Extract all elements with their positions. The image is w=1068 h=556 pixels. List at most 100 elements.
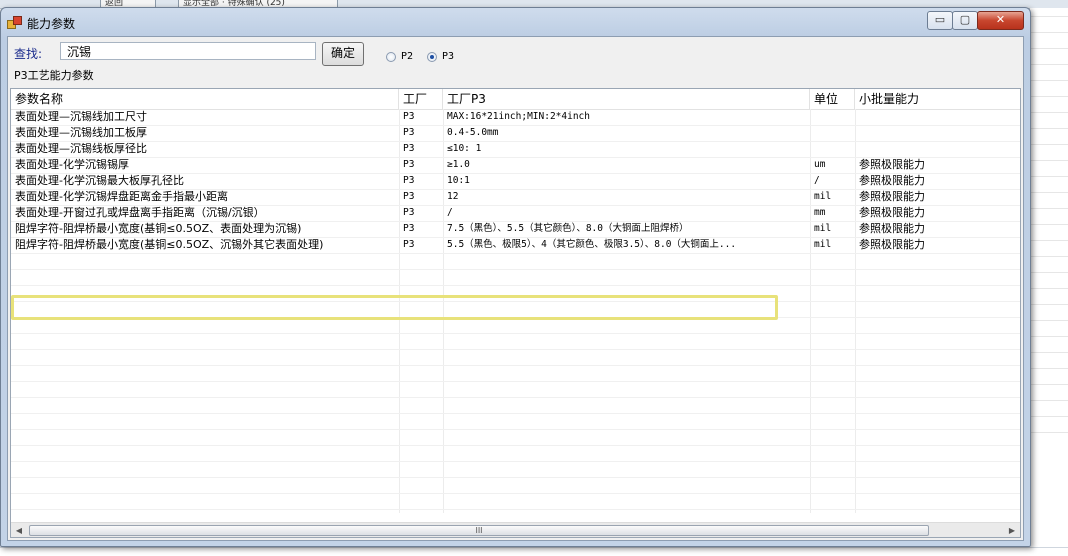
radio-p3-label: P3 <box>442 51 455 62</box>
empty-table-row[interactable] <box>11 381 1020 398</box>
cell-small-batch: 参照极限能力 <box>859 174 925 187</box>
cell-value: 0.4-5.0mm <box>447 127 499 138</box>
empty-table-row[interactable] <box>11 285 1020 302</box>
radio-p2-label: P2 <box>401 51 414 62</box>
cell-plant: P3 <box>403 127 415 138</box>
empty-table-row[interactable] <box>11 349 1020 366</box>
cell-unit: / <box>814 175 820 186</box>
app-icon <box>7 16 22 29</box>
search-input[interactable]: 沉锡 <box>60 42 316 60</box>
cell-value: 7.5（黑色）、5.5（其它颜色）、8.0（大铜面上阻焊桥） <box>447 223 689 234</box>
cell-value: ≥1.0 <box>447 159 470 170</box>
table-row[interactable]: 表面处理-化学沉锡焊盘距离金手指最小距离 P3 12 mil 参照极限能力 <box>11 189 1020 206</box>
cell-unit: mm <box>814 207 826 218</box>
cell-value: 12 <box>447 191 459 202</box>
cell-unit <box>810 141 855 157</box>
confirm-button[interactable]: 确定 <box>322 42 364 66</box>
cell-small-batch: 参照极限能力 <box>859 238 925 251</box>
cell-plant: P3 <box>403 207 415 218</box>
scroll-right-icon[interactable]: ▶ <box>1004 523 1020 537</box>
column-header-name[interactable]: 参数名称 <box>11 89 399 109</box>
cell-value: ≤10: 1 <box>447 143 482 154</box>
cell-plant: P3 <box>403 111 415 122</box>
cell-name: 表面处理—沉锡线加工板厚 <box>15 126 147 139</box>
radio-p2-circle-icon <box>386 51 396 62</box>
empty-table-row[interactable] <box>11 269 1020 286</box>
empty-table-row[interactable] <box>11 445 1020 462</box>
cell-unit: mil <box>814 223 832 234</box>
cell-name: 表面处理—沉锡线板厚径比 <box>15 142 147 155</box>
cell-name: 阻焊字符-阻焊桥最小宽度(基铜≤0.5OZ、沉锡外其它表面处理) <box>15 238 324 251</box>
group-label: P3工艺能力参数 <box>14 69 94 82</box>
search-label: 查找: <box>14 47 43 61</box>
table-row[interactable]: 表面处理—沉锡线板厚径比 P3 ≤10: 1 <box>11 141 1020 158</box>
table-row[interactable]: 表面处理-化学沉锡锡厚 P3 ≥1.0 um 参照极限能力 <box>11 157 1020 174</box>
table-row[interactable]: 阻焊字符-阻焊桥最小宽度(基铜≤0.5OZ、沉锡外其它表面处理) P3 5.5（黑色… <box>11 237 1020 254</box>
scroll-left-icon[interactable]: ◀ <box>11 523 27 537</box>
table-row[interactable]: 表面处理—沉锡线加工尺寸 P3 MAX:16*21inch;MIN:2*4inch <box>11 109 1020 126</box>
cell-name: 表面处理—沉锡线加工尺寸 <box>15 110 147 123</box>
cell-plant: P3 <box>403 159 415 170</box>
radio-p2[interactable]: P2 <box>386 51 413 62</box>
maximize-button[interactable]: ▢ <box>952 11 978 30</box>
cell-value: 5.5（黑色、极限5）、4（其它颜色、极限3.5）、8.0（大铜面上... <box>447 239 737 250</box>
cell-name: 表面处理-开窗过孔或焊盘离手指距离（沉锡/沉银） <box>15 206 265 219</box>
table-row[interactable]: 阻焊字符-阻焊桥最小宽度(基铜≤0.5OZ、表面处理为沉锡) P3 7.5（黑色）、… <box>11 221 1020 238</box>
column-header-small-batch[interactable]: 小批量能力 <box>855 89 1020 109</box>
table-row[interactable]: 表面处理—沉锡线加工板厚 P3 0.4-5.0mm <box>11 125 1020 142</box>
table-row[interactable]: 表面处理-开窗过孔或焊盘离手指距离（沉锡/沉银） P3 / mm 参照极限能力 <box>11 205 1020 222</box>
parameters-grid[interactable]: 参数名称 工厂 工厂P3 单位 小批量能力 表面处理—沉锡线加工尺寸 P3 MAX:… <box>10 88 1021 538</box>
cell-small-batch <box>855 141 1020 157</box>
scroll-thumb[interactable]: III <box>29 525 929 536</box>
empty-table-row[interactable] <box>11 333 1020 350</box>
cell-name: 表面处理-化学沉锡焊盘距离金手指最小距离 <box>15 190 228 203</box>
cell-name: 表面处理-化学沉锡锡厚 <box>15 158 129 171</box>
horizontal-scrollbar[interactable]: ◀ III ▶ <box>11 522 1020 537</box>
cell-value: MAX:16*21inch;MIN:2*4inch <box>447 111 590 122</box>
empty-table-row[interactable] <box>11 477 1020 494</box>
cell-small-batch: 参照极限能力 <box>859 222 925 235</box>
cell-small-batch <box>855 125 1020 141</box>
cell-plant: P3 <box>403 143 415 154</box>
cell-value: / <box>447 207 453 218</box>
column-header-plant[interactable]: 工厂 <box>399 89 443 109</box>
radio-p3[interactable]: P3 <box>427 51 454 62</box>
capability-parameters-window: 能力参数 ▭ ▢ ✕ 查找: 沉锡 确定 P2 P3 P3工艺能力参数 参数名称… <box>0 7 1031 547</box>
cell-unit <box>810 125 855 141</box>
column-header-unit[interactable]: 单位 <box>810 89 855 109</box>
dialog-client-area: 查找: 沉锡 确定 P2 P3 P3工艺能力参数 参数名称 工厂 工厂P3 单位… <box>7 36 1024 541</box>
close-button[interactable]: ✕ <box>977 11 1024 30</box>
cell-unit: um <box>814 159 826 170</box>
title-bar[interactable]: 能力参数 ▭ ▢ ✕ <box>1 8 1030 36</box>
empty-table-row[interactable] <box>11 317 1020 334</box>
empty-table-row[interactable] <box>11 461 1020 478</box>
minimize-button[interactable]: ▭ <box>927 11 953 30</box>
empty-table-row[interactable] <box>11 365 1020 382</box>
cell-plant: P3 <box>403 191 415 202</box>
empty-table-row[interactable] <box>11 397 1020 414</box>
cell-small-batch: 参照极限能力 <box>859 190 925 203</box>
empty-table-row[interactable] <box>11 253 1020 270</box>
empty-table-row[interactable] <box>11 301 1020 318</box>
cell-name: 阻焊字符-阻焊桥最小宽度(基铜≤0.5OZ、表面处理为沉锡) <box>15 222 302 235</box>
empty-table-row[interactable] <box>11 493 1020 510</box>
cell-unit: mil <box>814 191 832 202</box>
cell-name: 表面处理-化学沉锡最大板厚孔径比 <box>15 174 184 187</box>
column-header-plant-p3[interactable]: 工厂P3 <box>443 89 810 109</box>
radio-p3-selected-circle-icon <box>427 51 437 62</box>
background-app-panel <box>1030 8 1068 555</box>
cell-small-batch <box>855 109 1020 125</box>
cell-plant: P3 <box>403 223 415 234</box>
table-row[interactable]: 表面处理-化学沉锡最大板厚孔径比 P3 10:1 / 参照极限能力 <box>11 173 1020 190</box>
cell-small-batch: 参照极限能力 <box>859 206 925 219</box>
empty-table-row[interactable] <box>11 413 1020 430</box>
cell-unit: mil <box>814 239 832 250</box>
cell-unit <box>810 109 855 125</box>
cell-plant: P3 <box>403 175 415 186</box>
cell-value: 10:1 <box>447 175 470 186</box>
cell-small-batch: 参照极限能力 <box>859 158 925 171</box>
window-title: 能力参数 <box>27 17 76 31</box>
cell-plant: P3 <box>403 239 415 250</box>
empty-table-row[interactable] <box>11 429 1020 446</box>
grid-header: 参数名称 工厂 工厂P3 单位 小批量能力 <box>11 89 1020 110</box>
